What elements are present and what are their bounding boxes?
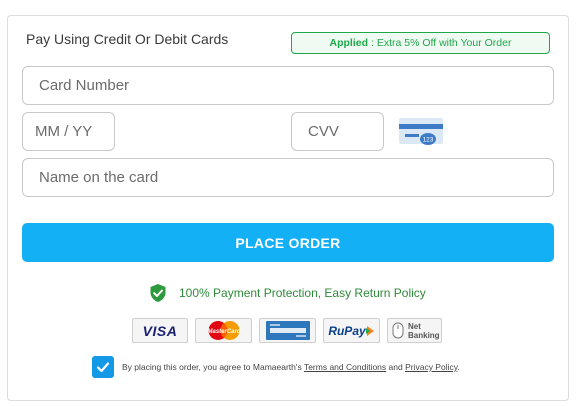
section-title: Pay Using Credit Or Debit Cards bbox=[26, 31, 229, 47]
terms-consent: By placing this order, you agree to Mama… bbox=[92, 356, 460, 378]
amex-icon bbox=[265, 321, 310, 340]
mouse-icon bbox=[392, 322, 404, 339]
place-order-button[interactable]: PLACE ORDER bbox=[22, 223, 554, 262]
rupay-logo-text: RuPay bbox=[328, 323, 366, 338]
privacy-policy-link[interactable]: Privacy Policy bbox=[405, 362, 457, 372]
shield-check-icon bbox=[150, 284, 166, 302]
payment-protection: 100% Payment Protection, Easy Return Pol… bbox=[148, 283, 426, 303]
rupay-arrow-icon bbox=[365, 325, 374, 336]
netbanking-logo: Net Banking bbox=[387, 318, 442, 343]
svg-text:MasterCard: MasterCard bbox=[207, 329, 240, 335]
mastercard-logo: MasterCard bbox=[195, 318, 252, 343]
visa-logo-text: VISA bbox=[142, 322, 178, 339]
netbanking-line1: Net bbox=[408, 321, 421, 331]
consent-suffix: . bbox=[457, 362, 460, 372]
expiry-input[interactable] bbox=[22, 112, 115, 151]
consent-middle: and bbox=[386, 362, 406, 372]
netbanking-label: Net Banking bbox=[408, 322, 440, 340]
rupay-logo: RuPay bbox=[323, 318, 380, 343]
terms-checkbox[interactable] bbox=[92, 356, 114, 378]
cvv-card-icon: 123 bbox=[399, 118, 443, 145]
amex-logo bbox=[259, 318, 316, 343]
checkmark-icon bbox=[96, 362, 110, 373]
card-number-input[interactable] bbox=[22, 66, 554, 105]
consent-prefix: By placing this order, you agree to Mama… bbox=[122, 362, 304, 372]
mastercard-icon: MasterCard bbox=[207, 321, 240, 340]
consent-text: By placing this order, you agree to Mama… bbox=[122, 362, 460, 372]
payment-protection-text: 100% Payment Protection, Easy Return Pol… bbox=[179, 286, 426, 300]
visa-logo: VISA bbox=[132, 318, 188, 343]
offer-applied-label: Applied bbox=[329, 37, 369, 49]
terms-link[interactable]: Terms and Conditions bbox=[304, 362, 386, 372]
netbanking-line2: Banking bbox=[408, 330, 440, 340]
offer-applied-text: : Extra 5% Off with Your Order bbox=[371, 37, 512, 49]
offer-applied-badge: Applied : Extra 5% Off with Your Order bbox=[291, 32, 550, 54]
cvv-hint-number: 123 bbox=[423, 137, 434, 144]
name-on-card-input[interactable] bbox=[22, 158, 554, 197]
cvv-input[interactable] bbox=[291, 112, 384, 151]
